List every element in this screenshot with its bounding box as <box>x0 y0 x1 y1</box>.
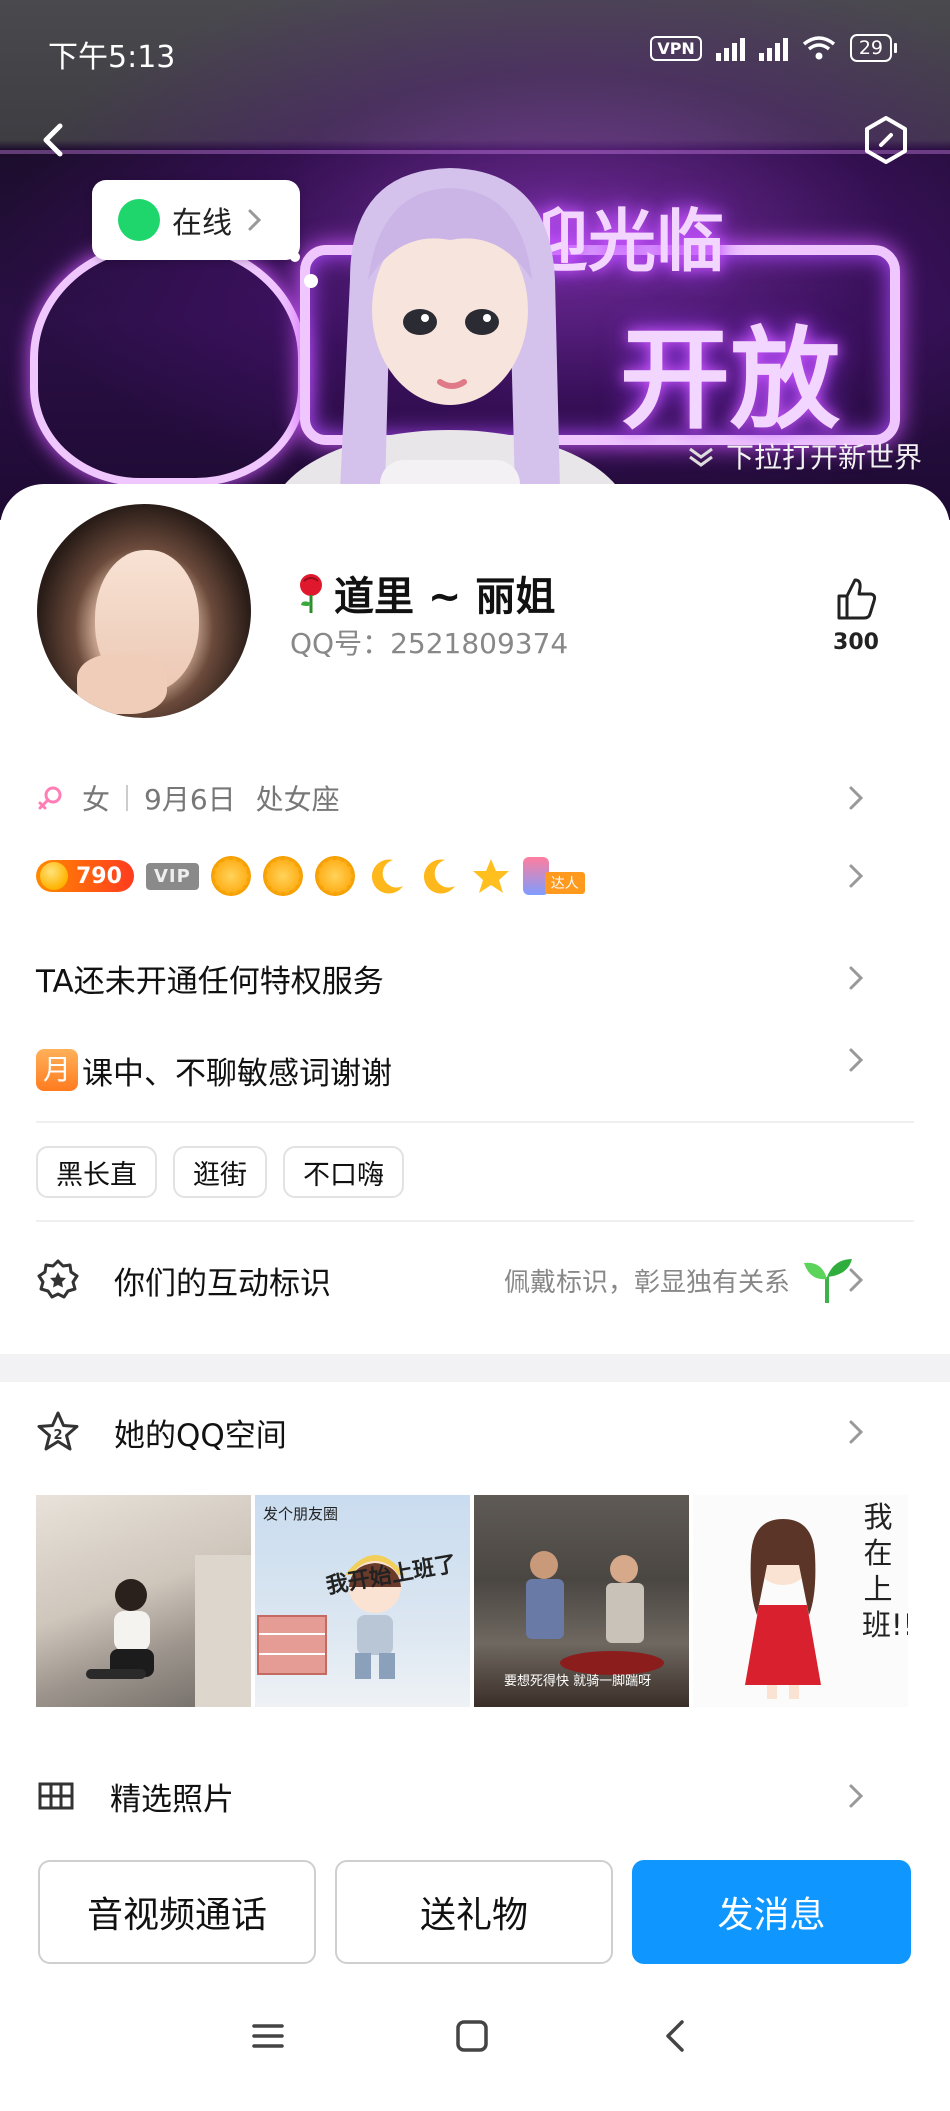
cartoon-girl-red <box>745 1519 821 1699</box>
profile-card: 道里 ~ 丽姐 QQ号：2521809374 300 女 9月6日 处女座 79… <box>0 484 950 2111</box>
moon-level-icon <box>371 859 403 894</box>
photo-caption: 要想死得快 就骑一脚踹呀 <box>504 1674 652 1689</box>
chevron-right-icon <box>848 862 864 890</box>
qzone-photo[interactable]: 发个朋友圈 我开始上班了 <box>255 1495 470 1707</box>
chevron-right-icon <box>248 209 262 231</box>
send-message-button[interactable]: 发消息 <box>632 1860 911 1964</box>
month-badge-icon: 月 <box>36 1049 78 1091</box>
photo-person <box>86 1579 154 1679</box>
coin-value: 790 <box>76 863 122 889</box>
vpn-icon: VPN <box>650 35 702 61</box>
zodiac-text: 处女座 <box>255 783 340 816</box>
tag-chip[interactable]: 不口嗨 <box>283 1146 404 1198</box>
send-gift-button[interactable]: 送礼物 <box>335 1860 613 1964</box>
like-button[interactable]: 300 <box>826 576 886 655</box>
interaction-mark-label: 你们的互动标识 <box>114 1265 331 1302</box>
online-dot-icon <box>118 199 160 241</box>
sprout-icon <box>804 1259 852 1303</box>
signal-icon-2 <box>758 35 788 61</box>
avatar-hand <box>77 654 167 714</box>
status-bar: 下午5:13 VPN 29 <box>0 0 950 100</box>
interaction-hint: 佩戴标识，彰显独有关系 <box>504 1255 854 1305</box>
qq-number[interactable]: QQ号：2521809374 <box>290 622 568 662</box>
qzone-photo-strip: 发个朋友圈 我开始上班了 要想死得快 就骑一脚踹呀 我在上班! <box>36 1495 908 1707</box>
vip-badge: VIP <box>145 862 199 890</box>
grid-icon <box>38 1782 74 1810</box>
tag-chip[interactable]: 逛街 <box>173 1146 267 1198</box>
featured-photos-label: 精选照片 <box>110 1781 234 1818</box>
wifi-icon <box>802 36 835 60</box>
interaction-hint-text: 佩戴标识，彰显独有关系 <box>503 1267 790 1298</box>
menu-icon[interactable] <box>248 2016 288 2056</box>
nickname-text: 道里 ~ 丽姐 <box>334 574 556 620</box>
female-icon <box>38 786 62 810</box>
star-level-icon <box>472 859 509 893</box>
interaction-mark-row[interactable]: 你们的互动标识 佩戴标识，彰显独有关系 <box>36 1252 914 1308</box>
qzone-photo[interactable] <box>36 1495 251 1707</box>
qzone-row[interactable]: 2 她的QQ空间 <box>36 1404 914 1460</box>
signature-text: 课中、不聊敏感词谢谢 <box>82 1055 392 1092</box>
gender-text: 女 <box>82 783 111 816</box>
divider <box>36 1121 914 1123</box>
level-badges-row[interactable]: 790 VIP 达人 <box>36 848 914 904</box>
qzone-label: 她的QQ空间 <box>114 1417 287 1454</box>
settings-hex-icon[interactable] <box>858 112 914 168</box>
talent-tag: 达人 <box>544 872 585 894</box>
online-status-label: 在线 <box>172 206 232 241</box>
divider <box>126 785 129 811</box>
chevron-right-icon <box>848 1046 864 1074</box>
tag-chip[interactable]: 黑长直 <box>36 1146 157 1198</box>
privilege-text: TA还未开通任何特权服务 <box>36 963 384 1000</box>
sun-level-icon <box>210 856 251 896</box>
svg-text:2: 2 <box>53 1428 62 1443</box>
interest-tags: 黑长直 逛街 不口嗨 <box>36 1144 914 1200</box>
divider <box>36 1220 914 1222</box>
back-button[interactable] <box>30 112 80 168</box>
thumbs-up-icon <box>837 578 877 620</box>
battery-icon: 29 <box>849 34 898 62</box>
qzone-photo[interactable]: 要想死得快 就骑一脚踹呀 <box>474 1495 689 1707</box>
featured-photos-row[interactable]: 精选照片 <box>36 1768 914 1824</box>
coin-icon <box>40 862 68 890</box>
like-count: 300 <box>833 630 879 655</box>
double-chevron-icon <box>689 447 713 467</box>
profile-banner[interactable]: 迎光临 开放 下午5:13 VPN 29 在线 下拉打开新世界 <box>0 0 950 520</box>
pull-down-hint-text: 下拉打开新世界 <box>725 441 922 474</box>
chevron-right-icon <box>848 964 864 992</box>
video-call-button[interactable]: 音视频通话 <box>38 1860 316 1964</box>
lamp-shade <box>195 1555 251 1707</box>
badge-star-icon <box>37 1259 79 1299</box>
home-icon[interactable] <box>452 2016 492 2056</box>
qzone-photo[interactable]: 我在上班!!! <box>693 1495 908 1707</box>
photo-label: 发个朋友圈 <box>263 1505 339 1523</box>
profile-avatar[interactable] <box>37 504 251 718</box>
back-nav-icon[interactable] <box>656 2016 696 2056</box>
rose-icon <box>300 574 322 613</box>
talent-badge: 达人 <box>522 857 585 895</box>
moon-level-icon <box>423 859 455 894</box>
signature-row[interactable]: 月 课中、不聊敏感词谢谢 <box>36 1040 914 1100</box>
sun-level-icon <box>314 856 355 896</box>
pull-down-hint[interactable]: 下拉打开新世界 <box>686 436 922 476</box>
system-nav-bar <box>0 1970 950 2111</box>
chevron-right-icon <box>848 784 864 812</box>
chevron-right-icon <box>848 1782 864 1810</box>
birthday-text: 9月6日 <box>144 783 236 816</box>
basic-info-row[interactable]: 女 9月6日 处女座 <box>36 770 914 826</box>
status-time: 下午5:13 <box>48 40 176 75</box>
photo-caption: 我在上班!!! <box>862 1500 908 1642</box>
sun-level-icon <box>262 856 303 896</box>
section-separator <box>0 1354 950 1382</box>
coin-badge: 790 <box>36 860 134 892</box>
nickname: 道里 ~ 丽姐 <box>292 564 555 622</box>
qzone-star-icon: 2 <box>37 1411 79 1451</box>
zplan-avatar[interactable] <box>260 160 640 520</box>
privilege-row[interactable]: TA还未开通任何特权服务 <box>36 950 914 1006</box>
neon-text-open: 开放 <box>620 316 840 444</box>
chevron-right-icon <box>848 1418 864 1446</box>
chevron-right-icon <box>848 1266 864 1294</box>
signal-icon <box>715 35 745 61</box>
online-status-pill[interactable]: 在线 <box>92 180 300 260</box>
